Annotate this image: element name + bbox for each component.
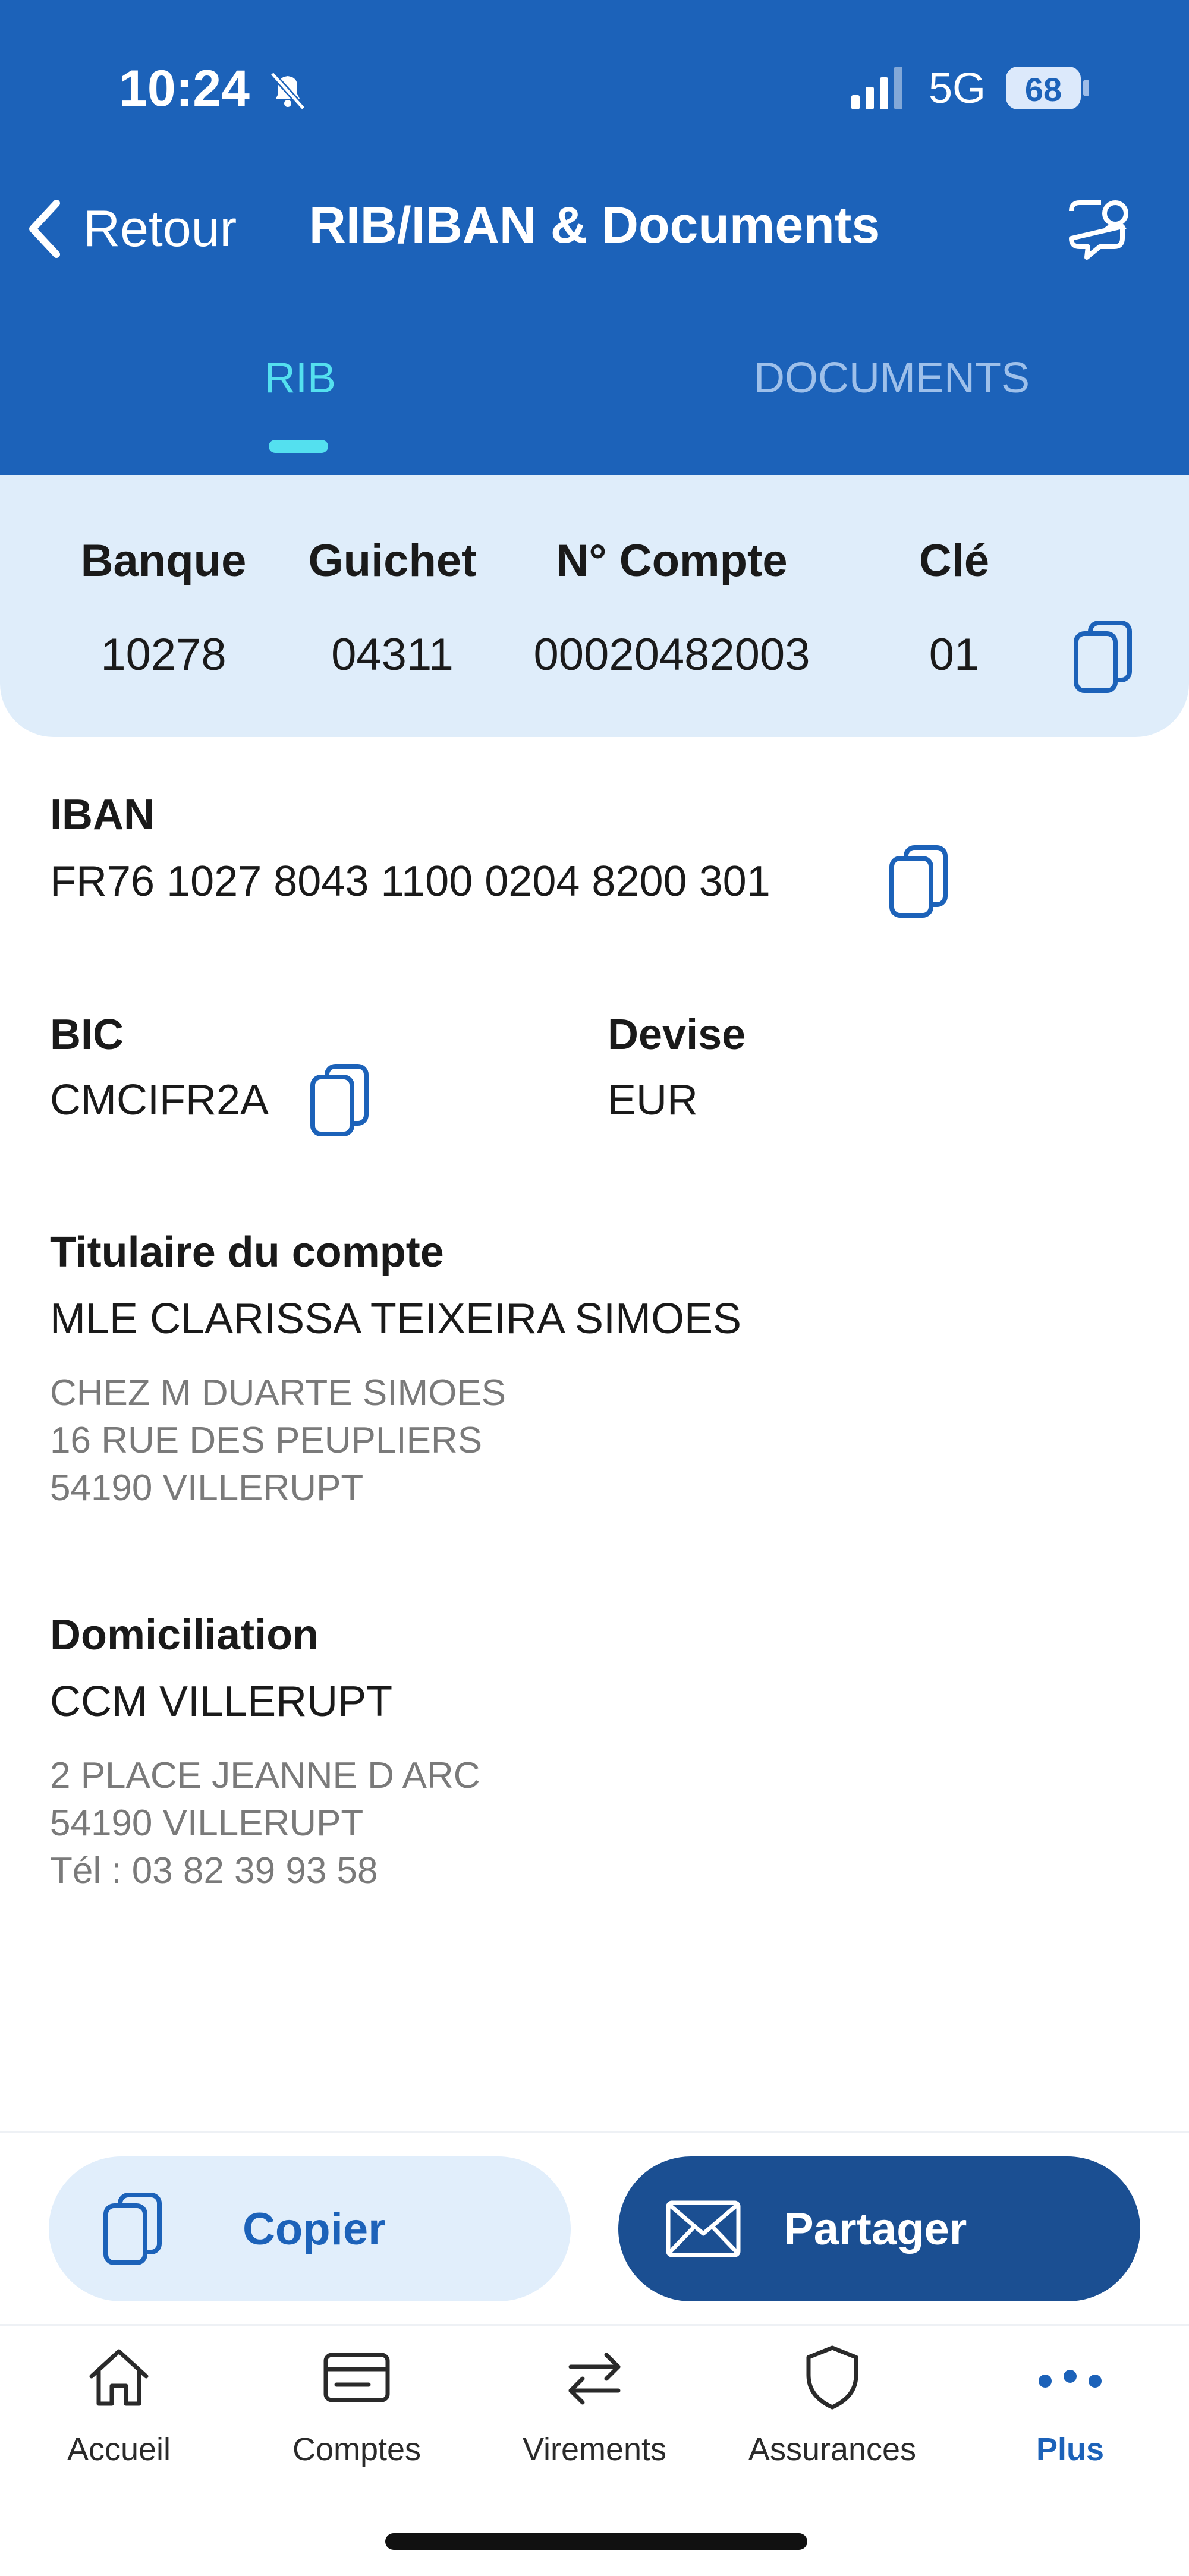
titulaire-name: MLE CLARISSA TEIXEIRA SIMOES bbox=[50, 1295, 742, 1343]
network-type: 5G bbox=[929, 65, 986, 112]
card-icon bbox=[323, 2353, 390, 2402]
tab-documents[interactable]: DOCUMENTS bbox=[725, 354, 1058, 402]
copy-icon bbox=[103, 2193, 162, 2265]
nav-label-accueil: Accueil bbox=[67, 2432, 171, 2467]
domiciliation-name: CCM VILLERUPT bbox=[50, 1678, 393, 1725]
nav-item-plus[interactable]: Plus bbox=[951, 2342, 1189, 2484]
envelope-icon bbox=[666, 2200, 741, 2257]
titulaire-label: Titulaire du compte bbox=[50, 1229, 444, 1276]
tab-bar-divider bbox=[0, 2324, 1189, 2326]
home-icon bbox=[89, 2349, 149, 2406]
nav-label-virements: Virements bbox=[522, 2432, 667, 2467]
rib-panel: Banque Guichet N° Compte Clé 10278 04311… bbox=[0, 475, 1189, 737]
titulaire-address-line-2: 16 RUE DES PEUPLIERS bbox=[50, 1420, 483, 1461]
bic-label: BIC bbox=[50, 1011, 124, 1059]
copy-button[interactable]: Copier bbox=[49, 2156, 571, 2301]
titulaire-address-line-3: 54190 VILLERUPT bbox=[50, 1467, 364, 1509]
battery-level: 68 bbox=[1024, 71, 1062, 108]
rib-value-guichet: 04311 bbox=[331, 629, 454, 680]
page-title: RIB/IBAN & Documents bbox=[309, 197, 880, 254]
share-button[interactable]: Partager bbox=[618, 2156, 1140, 2301]
domiciliation-label: Domiciliation bbox=[50, 1611, 319, 1659]
iban-label: IBAN bbox=[50, 791, 155, 839]
bic-value: CMCIFR2A bbox=[50, 1076, 269, 1124]
rib-value-cle: 01 bbox=[929, 629, 980, 680]
chat-support-icon[interactable] bbox=[1064, 193, 1135, 264]
rib-header-cle: Clé bbox=[919, 536, 990, 586]
nav-label-assurances: Assurances bbox=[748, 2432, 917, 2467]
copy-rib-icon[interactable] bbox=[1070, 618, 1135, 695]
copy-iban-icon[interactable] bbox=[886, 843, 951, 920]
app-header: 10:24 5G 68 Retour RIB/IBAN & Documents … bbox=[0, 0, 1189, 475]
more-dots-icon bbox=[1039, 2370, 1102, 2388]
status-time: 10:24 bbox=[119, 60, 250, 117]
active-tab-indicator bbox=[269, 440, 328, 453]
copy-button-label: Copier bbox=[243, 2203, 386, 2254]
rib-header-compte: N° Compte bbox=[556, 536, 788, 586]
devise-value: EUR bbox=[608, 1076, 699, 1124]
battery-icon: 68 bbox=[1006, 67, 1089, 109]
divider bbox=[0, 2131, 1189, 2133]
rib-value-compte: 00020482003 bbox=[533, 629, 810, 680]
home-indicator bbox=[385, 2533, 807, 2550]
nav-item-assurances[interactable]: Assurances bbox=[713, 2342, 951, 2484]
domiciliation-phone: Tél : 03 82 39 93 58 bbox=[50, 1850, 378, 1891]
bell-muted-icon bbox=[270, 71, 306, 111]
nav-label-comptes: Comptes bbox=[292, 2432, 422, 2467]
iban-value: FR76 1027 8043 1100 0204 8200 301 bbox=[50, 858, 770, 905]
rib-header-banque: Banque bbox=[80, 536, 247, 586]
copy-bic-icon[interactable] bbox=[307, 1062, 372, 1139]
nav-item-comptes[interactable]: Comptes bbox=[238, 2342, 476, 2484]
tab-rib[interactable]: RIB bbox=[226, 354, 375, 402]
transfer-icon bbox=[568, 2353, 621, 2405]
rib-header-guichet: Guichet bbox=[308, 536, 477, 586]
titulaire-address-line-1: CHEZ M DUARTE SIMOES bbox=[50, 1372, 507, 1413]
domiciliation-address-line-2: 54190 VILLERUPT bbox=[50, 1803, 364, 1844]
rib-value-banque: 10278 bbox=[100, 629, 227, 680]
share-button-label: Partager bbox=[784, 2203, 967, 2254]
devise-label: Devise bbox=[608, 1011, 746, 1059]
signal-icon bbox=[851, 67, 902, 109]
nav-label-plus: Plus bbox=[1036, 2432, 1105, 2467]
nav-item-virements[interactable]: Virements bbox=[476, 2342, 713, 2484]
nav-item-accueil[interactable]: Accueil bbox=[0, 2342, 238, 2484]
shield-icon bbox=[806, 2345, 858, 2410]
domiciliation-address-line-1: 2 PLACE JEANNE D ARC bbox=[50, 1755, 480, 1796]
